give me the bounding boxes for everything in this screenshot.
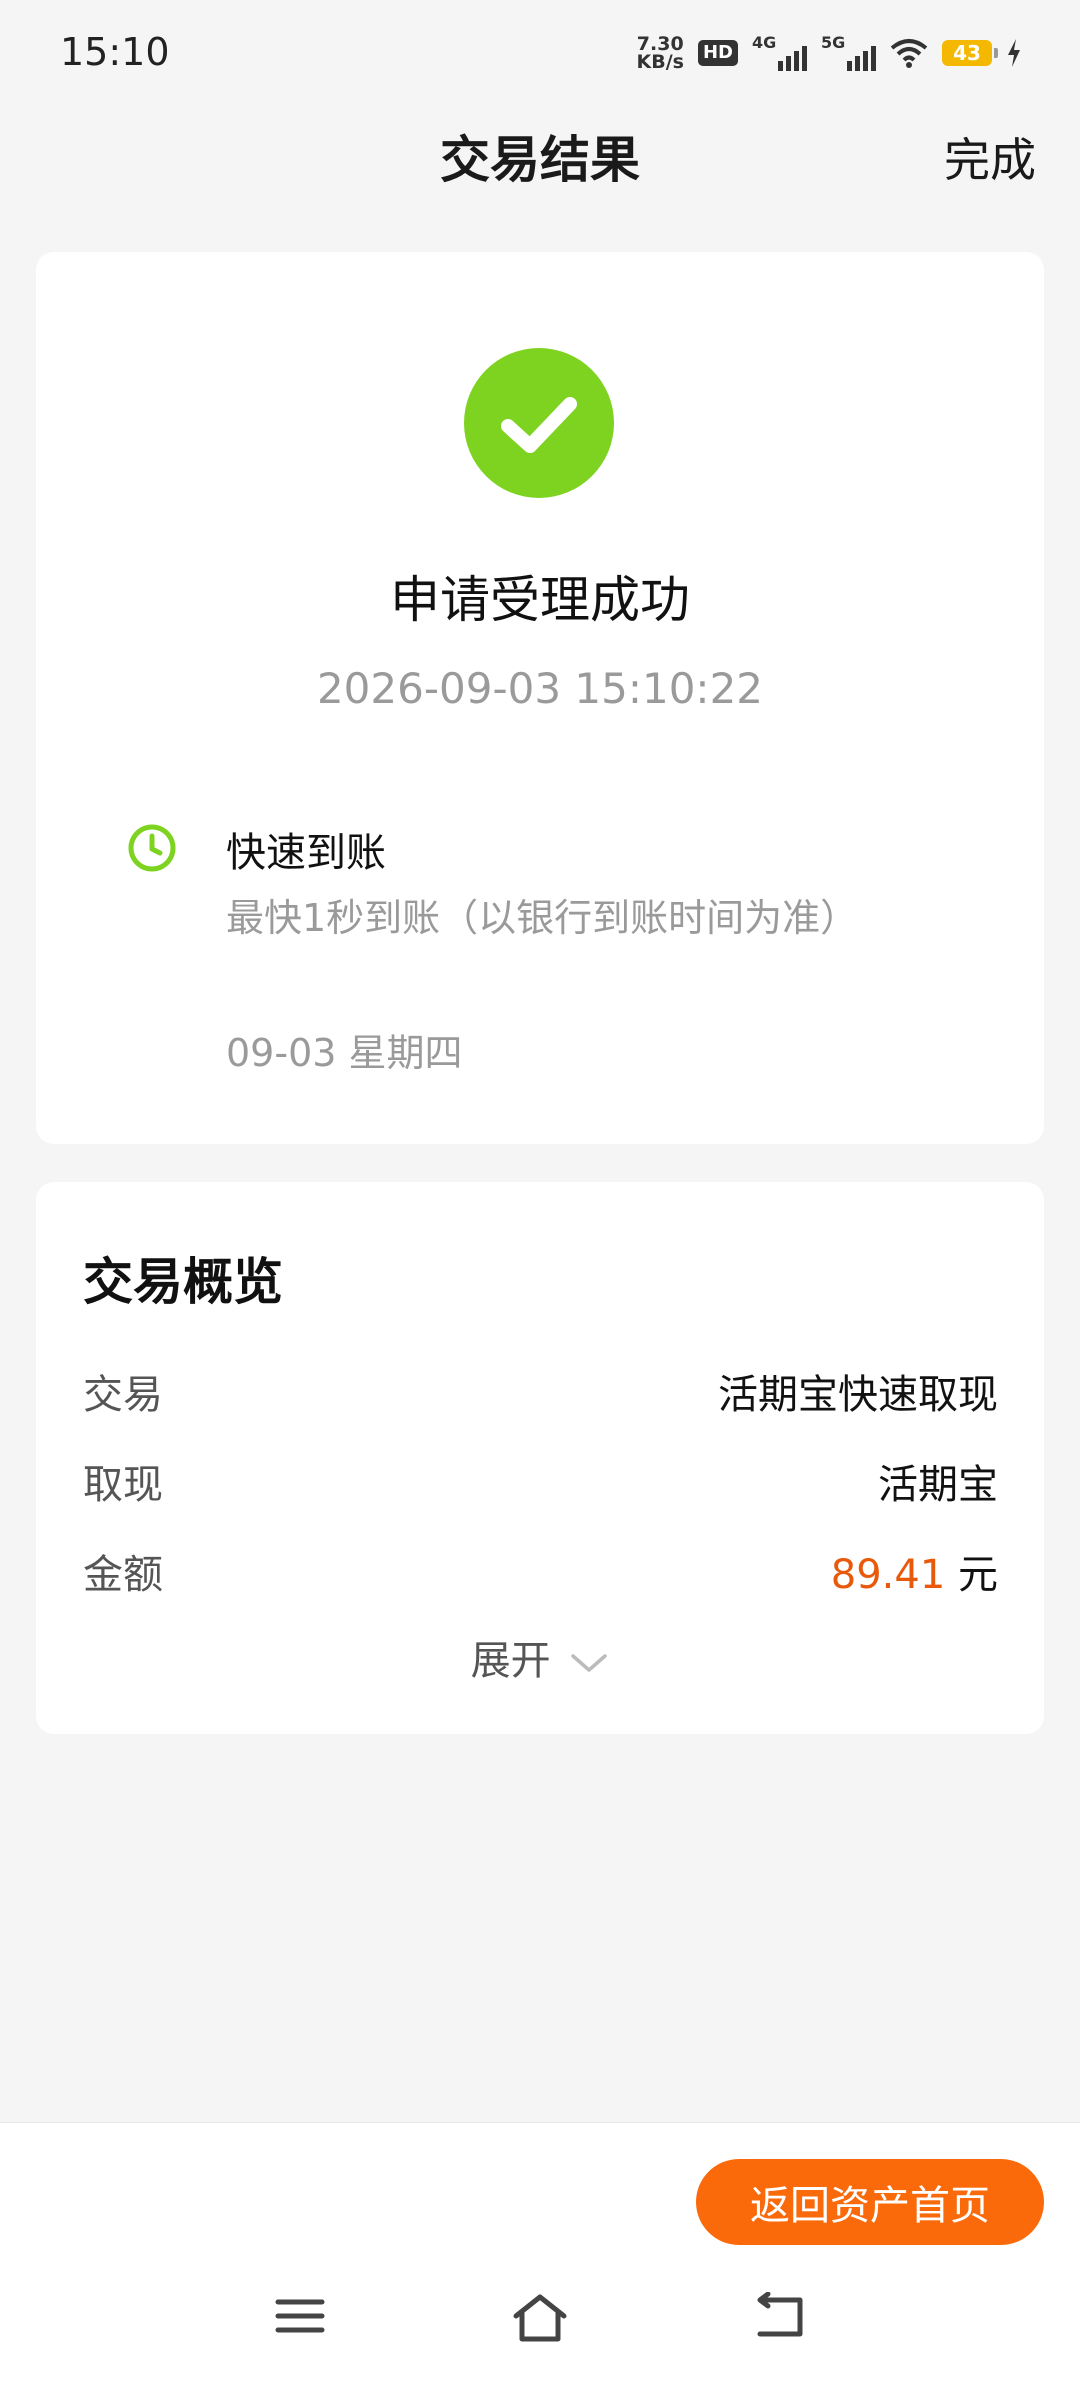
done-button[interactable]: 完成 (944, 124, 1036, 190)
amount-number: 89.41 (830, 1552, 946, 1598)
overview-card: 交易概览 交易 活期宝快速取现 取现 活期宝 金额 89.41 元 展开 (36, 1182, 1044, 1734)
amount-value: 89.41 元 (831, 1542, 998, 1600)
detail-row-trade: 交易 活期宝快速取现 (83, 1362, 998, 1422)
detail-row-amount: 金额 89.41 元 (83, 1542, 998, 1602)
detail-value: 活期宝 (878, 1462, 998, 1508)
check-icon (501, 397, 577, 453)
wifi-icon (890, 39, 928, 68)
expand-label: 展开 (470, 1638, 551, 1684)
signal-5g-icon: 5G (821, 33, 876, 71)
page-title: 交易结果 (440, 131, 640, 189)
detail-label: 取现 (83, 1462, 163, 1508)
detail-row-withdraw: 取现 活期宝 (83, 1452, 998, 1512)
header: 交易结果 完成 (0, 110, 1080, 190)
amount-unit: 元 (958, 1552, 998, 1598)
detail-label: 金额 (83, 1552, 163, 1598)
bottom-action-bar: 返回资产首页 (0, 2122, 1080, 2253)
result-card: 申请受理成功 2026-09-03 15:10:22 快速到账 最快1秒到账（以… (36, 252, 1044, 1144)
detail-value: 活期宝快速取现 (718, 1372, 998, 1418)
network-speed-unit: KB/s (636, 51, 684, 73)
signal-4g-icon: 4G (752, 33, 807, 71)
return-asset-home-button[interactable]: 返回资产首页 (696, 2159, 1044, 2245)
status-icons: 7.30 KB/s HD 4G 5G 43 (637, 30, 1022, 76)
detail-label: 交易 (83, 1372, 163, 1418)
menu-icon[interactable] (274, 2292, 326, 2340)
status-time: 15:10 (60, 30, 170, 74)
status-bar: 15:10 7.30 KB/s HD 4G 5G 43 (0, 0, 1080, 100)
back-icon[interactable] (754, 2292, 806, 2340)
system-nav-bar (0, 2252, 1080, 2400)
arrival-title: 快速到账 (226, 830, 386, 876)
battery-icon: 43 (942, 40, 998, 66)
result-time: 2026-09-03 15:10:22 (316, 664, 764, 713)
expand-toggle[interactable]: 展开 (36, 1628, 1044, 1686)
home-icon[interactable] (510, 2292, 570, 2344)
overview-title: 交易概览 (83, 1253, 283, 1311)
charging-icon (1008, 39, 1020, 67)
network-speed: 7.30 KB/s (636, 35, 684, 73)
clock-icon (128, 824, 176, 872)
result-title: 申请受理成功 (390, 571, 690, 629)
chevron-down-icon (571, 1654, 608, 1672)
arrival-date: 09-03 星期四 (226, 1031, 463, 1075)
arrival-description: 最快1秒到账（以银行到账时间为准） (226, 896, 859, 940)
hd-icon: HD (697, 40, 738, 66)
check-circle-icon (464, 348, 614, 498)
